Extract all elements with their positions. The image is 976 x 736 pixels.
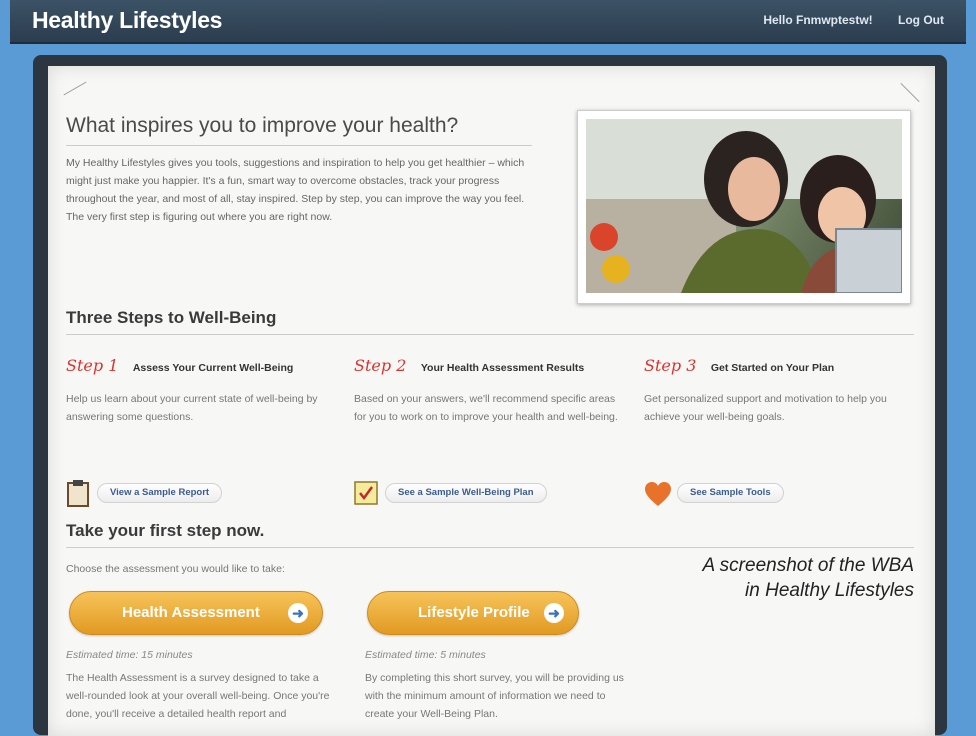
divider (66, 334, 914, 335)
intro-title: What inspires you to improve your health… (66, 114, 459, 137)
arrow-right-icon: ➜ (288, 603, 308, 623)
arrow-right-icon: ➜ (544, 603, 564, 623)
step-title: Assess Your Current Well-Being (132, 362, 294, 374)
intro-text: My Healthy Lifestyles gives you tools, s… (66, 157, 525, 223)
divider (66, 145, 532, 146)
assessment-description: The Health Assessment is a survey design… (66, 672, 330, 720)
assessment-description: By completing this short survey, you wil… (365, 672, 624, 720)
see-sample-plan-button[interactable]: See a Sample Well-Being Plan (385, 483, 547, 503)
divider (66, 547, 914, 548)
see-sample-tools-button[interactable]: See Sample Tools (677, 483, 784, 503)
caption-line: A screenshot of the WBA (702, 555, 914, 576)
health-assessment-button[interactable]: Health Assessment ➜ (69, 591, 323, 635)
main-panel: What inspires you to improve your health… (48, 66, 935, 736)
choose-assessment-label: Choose the assessment you would like to … (66, 563, 285, 575)
step-number: Step 3 (644, 356, 697, 375)
user-nav: Hello Fnmwptestw! Log Out (741, 13, 944, 27)
mother-daughter-photo (586, 119, 902, 293)
step-number: Step 2 (354, 356, 407, 375)
user-greeting: Hello Fnmwptestw! (763, 13, 873, 27)
clipboard-icon (67, 480, 89, 507)
corner-mark (63, 81, 87, 96)
button-label: Lifestyle Profile (418, 604, 530, 621)
sample-report-action: View a Sample Report (66, 479, 346, 509)
hero-photo (577, 110, 911, 304)
estimated-time: Estimated time: 5 minutes (365, 649, 486, 661)
top-bar: Healthy Lifestyles Hello Fnmwptestw! Log… (10, 0, 966, 44)
step-number: Step 1 (66, 356, 119, 375)
step-title: Your Health Assessment Results (420, 362, 585, 374)
step-description: Get personalized support and motivation … (644, 393, 887, 423)
steps-heading: Three Steps to Well-Being (66, 308, 277, 327)
step-3: Step 3 Get Started on Your Plan Get pers… (644, 356, 919, 426)
step-2: Step 2 Your Health Assessment Results Ba… (354, 356, 629, 426)
button-label: Health Assessment (122, 604, 260, 621)
brand-title: Healthy Lifestyles (32, 7, 223, 33)
sample-plan-action: See a Sample Well-Being Plan (354, 479, 634, 509)
caption-line: in Healthy Lifestyles (745, 580, 914, 601)
lifestyle-profile-button[interactable]: Lifestyle Profile ➜ (367, 591, 579, 635)
logout-link[interactable]: Log Out (898, 13, 944, 27)
heart-icon (645, 482, 671, 506)
corner-mark (900, 82, 920, 103)
view-sample-report-button[interactable]: View a Sample Report (97, 483, 223, 503)
checkbox-icon (354, 481, 378, 505)
screenshot-caption: A screenshot of the WBA in Healthy Lifes… (596, 553, 914, 603)
step-description: Help us learn about your current state o… (66, 393, 318, 423)
step-title: Get Started on Your Plan (710, 362, 835, 374)
step-description: Based on your answers, we'll recommend s… (354, 393, 618, 423)
step-1: Step 1 Assess Your Current Well-Being He… (66, 356, 341, 426)
first-step-heading: Take your first step now. (66, 521, 265, 540)
estimated-time: Estimated time: 15 minutes (66, 649, 193, 661)
sample-tools-action: See Sample Tools (644, 479, 924, 509)
